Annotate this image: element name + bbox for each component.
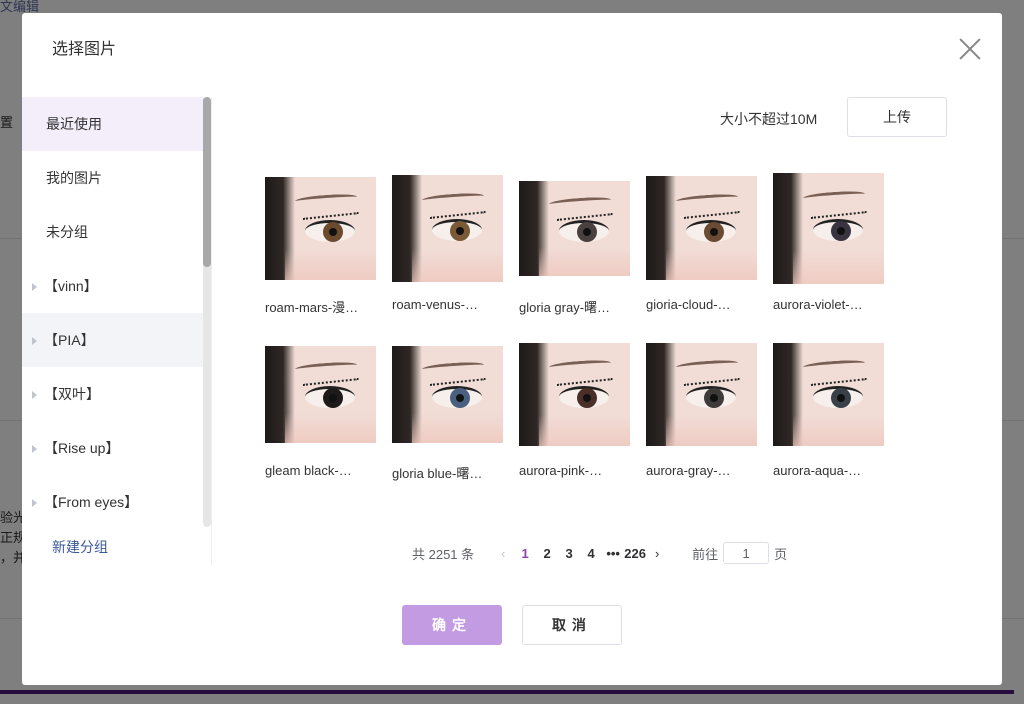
image-card[interactable]: roam-mars-漫… [265, 171, 376, 321]
image-thumbnail[interactable] [519, 342, 630, 446]
image-caption: aurora-gray-… [646, 463, 731, 478]
cancel-button[interactable]: 取消 [522, 605, 622, 645]
image-caption: gleam black-… [265, 463, 352, 478]
image-caption: aurora-aqua-… [773, 463, 862, 478]
new-group-link[interactable]: 新建分组 [52, 537, 108, 557]
image-caption: gioria-cloud-… [646, 297, 731, 312]
page-3[interactable]: 3 [558, 546, 580, 561]
thumbnail-frame [646, 337, 757, 451]
page-last[interactable]: 226 [624, 546, 646, 561]
sidebar-item-shuangye[interactable]: 【双叶】 [22, 367, 204, 421]
image-thumbnail[interactable] [773, 342, 884, 446]
thumbnail-frame [646, 171, 757, 285]
image-thumbnail[interactable] [392, 174, 503, 282]
sidebar-item-label: 【PIA】 [44, 332, 95, 348]
sidebar-item-label: 【vinn】 [44, 278, 98, 294]
sidebar-item-pia[interactable]: 【PIA】 [22, 313, 204, 367]
image-card[interactable]: aurora-pink-… [519, 337, 630, 487]
page-1[interactable]: 1 [514, 546, 536, 561]
image-card[interactable]: gioria-cloud-… [646, 171, 757, 321]
image-thumbnail[interactable] [646, 342, 757, 446]
page-4[interactable]: 4 [580, 546, 602, 561]
sidebar-item-ungrouped[interactable]: 未分组 [22, 205, 204, 259]
page-2[interactable]: 2 [536, 546, 558, 561]
prev-page-icon[interactable]: ‹ [492, 546, 514, 561]
next-page-icon[interactable]: › [646, 546, 668, 561]
sidebar-item-label: 【From eyes】 [44, 494, 139, 510]
thumbnail-frame [773, 171, 884, 285]
sidebar-item-vinn[interactable]: 【vinn】 [22, 259, 204, 313]
image-thumbnail[interactable] [646, 176, 757, 280]
thumbnail-frame [265, 337, 376, 451]
sidebar-scroll-thumb[interactable] [203, 97, 211, 267]
confirm-button[interactable]: 确定 [402, 605, 502, 645]
dialog-title: 选择图片 [52, 41, 117, 58]
pagination: 共 2251 条 ‹ 1 2 3 4 ••• 226 › 前往 页 [412, 541, 787, 565]
image-caption: roam-mars-漫… [265, 300, 359, 315]
image-caption: gloria gray-曙… [519, 300, 611, 315]
thumbnail-frame [265, 171, 376, 285]
goto-label: 前往 [692, 546, 719, 562]
goto-page-input[interactable] [723, 542, 770, 564]
folder-sidebar: 最近使用 我的图片 未分组 【vinn】 【PIA】 【双叶】 【Rise up… [22, 97, 212, 565]
image-card[interactable]: gleam black-… [265, 337, 376, 487]
select-image-dialog: 选择图片 最近使用 我的图片 未分组 【vinn】 【PIA】 【双叶】 【Ri… [22, 13, 1002, 685]
image-card[interactable]: aurora-gray-… [646, 337, 757, 487]
sidebar-item-label: 【双叶】 [44, 386, 100, 402]
caret-right-icon[interactable] [32, 499, 37, 507]
upload-size-hint: 大小不超过10M [720, 111, 818, 127]
thumbnail-frame [519, 337, 630, 451]
more-pages-icon[interactable]: ••• [602, 546, 624, 561]
image-card[interactable]: aurora-violet-… [773, 171, 884, 321]
close-icon[interactable] [958, 37, 982, 61]
caret-right-icon[interactable] [32, 337, 37, 345]
sidebar-item-rise-up[interactable]: 【Rise up】 [22, 421, 204, 475]
caret-right-icon[interactable] [32, 283, 37, 291]
image-caption: aurora-violet-… [773, 297, 863, 312]
image-card[interactable]: aurora-aqua-… [773, 337, 884, 487]
caret-right-icon[interactable] [32, 445, 37, 453]
thumbnail-frame [773, 337, 884, 451]
image-card[interactable]: gloria blue-曙… [392, 337, 503, 487]
thumbnail-frame [392, 337, 503, 451]
caret-right-icon[interactable] [32, 391, 37, 399]
image-caption: aurora-pink-… [519, 463, 603, 478]
image-thumbnail[interactable] [265, 176, 376, 280]
image-caption: roam-venus-… [392, 297, 478, 312]
goto-page: 前往 页 [692, 542, 787, 564]
sidebar-item-recent[interactable]: 最近使用 [22, 97, 204, 151]
image-thumbnail[interactable] [519, 180, 630, 276]
goto-suffix: 页 [774, 546, 788, 562]
image-card[interactable]: gloria gray-曙… [519, 171, 630, 321]
image-thumbnail[interactable] [265, 345, 376, 443]
thumbnail-frame [392, 171, 503, 285]
upload-button[interactable]: 上传 [847, 97, 947, 137]
sidebar-item-my-images[interactable]: 我的图片 [22, 151, 204, 205]
sidebar-item-label: 【Rise up】 [44, 440, 120, 456]
image-caption: gloria blue-曙… [392, 466, 483, 481]
total-count: 共 2251 条 [412, 546, 475, 562]
sidebar-item-from-eyes[interactable]: 【From eyes】 [22, 475, 204, 529]
image-thumbnail[interactable] [773, 172, 884, 284]
thumbnail-frame [519, 171, 630, 285]
image-thumbnail[interactable] [392, 345, 503, 443]
image-card[interactable]: roam-venus-… [392, 171, 503, 321]
